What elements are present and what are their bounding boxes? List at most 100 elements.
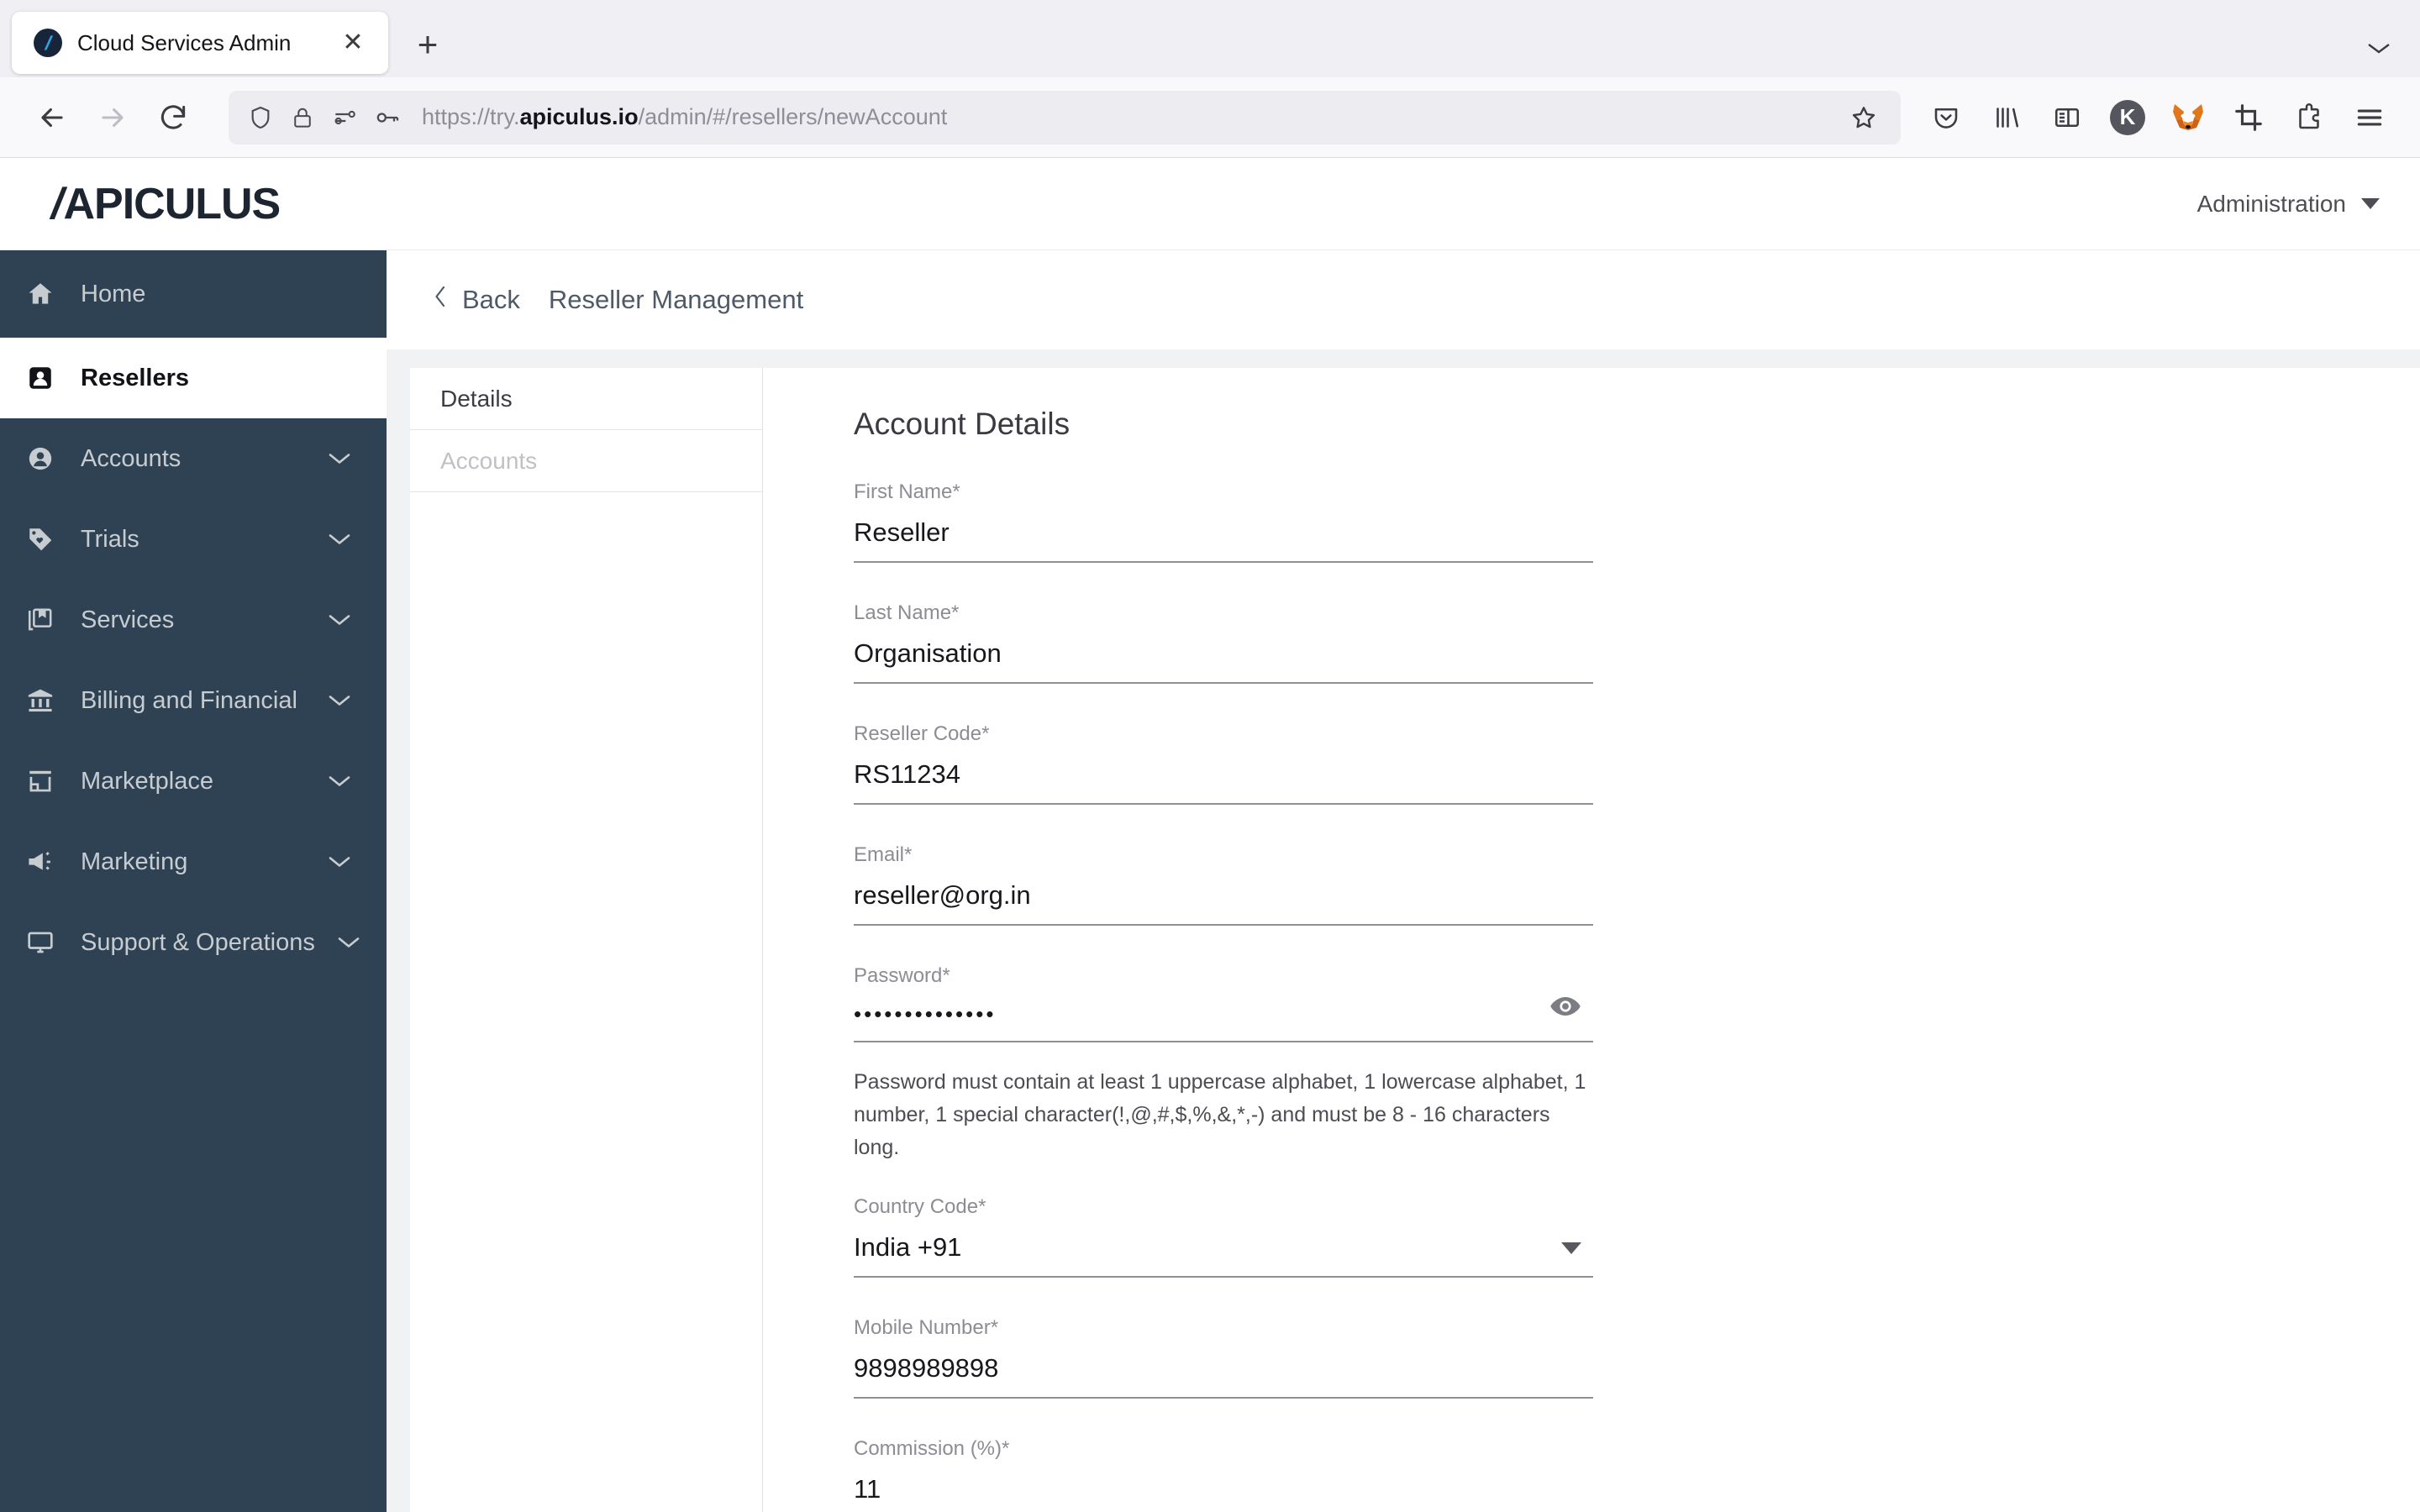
back-arrow-icon[interactable] [25, 91, 79, 144]
extensions-puzzle-icon[interactable] [2284, 92, 2334, 143]
monitor-icon [22, 928, 59, 957]
address-bar[interactable]: https://try.apiculus.io/admin/#/reseller… [229, 91, 1901, 144]
page-title: Reseller Management [549, 285, 803, 315]
browser-navigation-bar: https://try.apiculus.io/admin/#/reseller… [0, 77, 2420, 158]
last-name-input[interactable]: Organisation [854, 638, 1593, 684]
password-input[interactable]: •••••••••••••• [854, 1001, 1593, 1042]
reseller-code-input[interactable]: RS11234 [854, 759, 1593, 805]
tab-list-spacer [410, 492, 762, 554]
chevron-down-icon [328, 532, 351, 547]
sidebar-item-label: Accounts [81, 445, 306, 473]
chevron-down-icon[interactable] [1561, 1242, 1581, 1254]
sidebar-item-trials[interactable]: Trials [0, 499, 387, 580]
field-commission: Commission (%)* 11 [854, 1437, 1593, 1512]
field-label: Mobile Number* [854, 1316, 1593, 1340]
chevron-down-icon [328, 774, 351, 789]
home-icon [22, 280, 59, 308]
sidebar-item-label: Home [81, 281, 351, 308]
main-sidebar: Home Resellers Accounts [0, 250, 387, 1512]
bank-icon [22, 686, 59, 715]
breadcrumb: Back Reseller Management [387, 250, 2420, 349]
bookmark-star-icon[interactable] [1840, 94, 1887, 141]
sidebar-item-marketplace[interactable]: Marketplace [0, 741, 387, 822]
field-password: Password* •••••••••••••• [854, 964, 1593, 1042]
commission-input[interactable]: 11 [854, 1474, 1593, 1512]
chevron-down-icon [337, 935, 360, 950]
library-icon[interactable] [1981, 92, 2032, 143]
sidebar-item-resellers[interactable]: Resellers [0, 338, 387, 418]
field-reseller-code: Reseller Code* RS11234 [854, 722, 1593, 805]
chevron-down-icon [328, 693, 351, 708]
browser-tab-strip: / Cloud Services Admin ✕ + [0, 0, 2420, 77]
url-suffix: /admin/#/resellers/newAccount [639, 104, 948, 129]
account-menu-label: Administration [2197, 191, 2346, 218]
kaspersky-extension-icon[interactable]: K [2102, 92, 2153, 143]
sidebar-item-accounts[interactable]: Accounts [0, 418, 387, 499]
sidebar-item-services[interactable]: Services [0, 580, 387, 660]
metamask-fox-icon[interactable] [2163, 92, 2213, 143]
field-label: Reseller Code* [854, 722, 1593, 746]
email-input[interactable]: reseller@org.in [854, 880, 1593, 926]
reload-icon[interactable] [146, 91, 200, 144]
pocket-save-icon[interactable] [1921, 92, 1971, 143]
tab-details[interactable]: Details [410, 368, 762, 430]
field-country-code: Country Code* India +91 [854, 1195, 1593, 1278]
web-page: /APICULUS Administration Home [0, 158, 2420, 1512]
tab-accounts[interactable]: Accounts [410, 430, 762, 492]
field-label: Country Code* [854, 1195, 1593, 1219]
sidebar-item-support-and-operations[interactable]: Support & Operations [0, 902, 387, 983]
kaspersky-badge-label: K [2110, 100, 2145, 135]
saved-logins-key-icon[interactable] [374, 104, 401, 131]
sidebar-item-label: Billing and Financial [81, 687, 306, 715]
sidebar-item-label: Resellers [81, 365, 351, 392]
field-label: Password* [854, 964, 1593, 988]
first-name-input[interactable]: Reseller [854, 517, 1593, 563]
page-body: Home Resellers Accounts [0, 250, 2420, 1512]
main-content: Back Reseller Management Details Account… [387, 250, 2420, 1512]
field-first-name: First Name* Reseller [854, 480, 1593, 563]
tab-favicon-icon: / [34, 29, 62, 57]
tracking-shield-icon[interactable] [247, 104, 274, 131]
account-details-form: Account Details First Name* Reseller Las… [763, 368, 2420, 1512]
padlock-icon[interactable] [290, 105, 315, 130]
country-code-select[interactable]: India +91 [854, 1232, 1593, 1278]
field-email: Email* reseller@org.in [854, 843, 1593, 926]
eye-icon[interactable] [1546, 987, 1585, 1026]
account-menu[interactable]: Administration [2197, 191, 2380, 218]
password-hint: Password must contain at least 1 upperca… [854, 1066, 1593, 1163]
url-text: https://try.apiculus.io/admin/#/reseller… [422, 104, 1824, 130]
services-stack-icon [22, 606, 59, 634]
new-tab-button[interactable]: + [402, 18, 454, 71]
tab-list-fill [410, 554, 762, 1512]
sidebar-item-marketing[interactable]: Marketing [0, 822, 387, 902]
user-circle-icon [22, 444, 59, 473]
field-label: First Name* [854, 480, 1593, 504]
apiculus-logo[interactable]: /APICULUS [52, 179, 280, 229]
url-prefix: https://try. [422, 104, 520, 129]
storefront-icon [22, 767, 59, 795]
reader-sidebar-icon[interactable] [2042, 92, 2092, 143]
app-menu-hamburger-icon[interactable] [2344, 92, 2395, 143]
sidebar-item-billing-and-financial[interactable]: Billing and Financial [0, 660, 387, 741]
list-all-tabs-icon[interactable] [2366, 35, 2391, 60]
sidebar-item-label: Marketplace [81, 768, 306, 795]
browser-window: / Cloud Services Admin ✕ + [0, 0, 2420, 1512]
sidebar-item-label: Trials [81, 526, 306, 554]
chevron-down-icon [328, 854, 351, 869]
sidebar-item-label: Marketing [81, 848, 306, 876]
browser-tab[interactable]: / Cloud Services Admin ✕ [12, 12, 388, 74]
site-settings-icon[interactable] [331, 104, 358, 131]
vertical-tab-list: Details Accounts [410, 368, 763, 1512]
browser-toolbar-icons: K [1921, 92, 2395, 143]
screenshot-crop-icon[interactable] [2223, 92, 2274, 143]
logo-text: APICULUS [63, 180, 280, 228]
back-button[interactable]: Back [432, 284, 520, 316]
mobile-number-input[interactable]: 9898989898 [854, 1353, 1593, 1399]
app-header: /APICULUS Administration [0, 158, 2420, 250]
tag-heart-icon [22, 525, 59, 554]
sidebar-item-home[interactable]: Home [0, 250, 387, 338]
field-label: Email* [854, 843, 1593, 867]
sidebar-item-label: Services [81, 606, 306, 634]
field-last-name: Last Name* Organisation [854, 601, 1593, 684]
close-tab-icon[interactable]: ✕ [336, 26, 370, 60]
